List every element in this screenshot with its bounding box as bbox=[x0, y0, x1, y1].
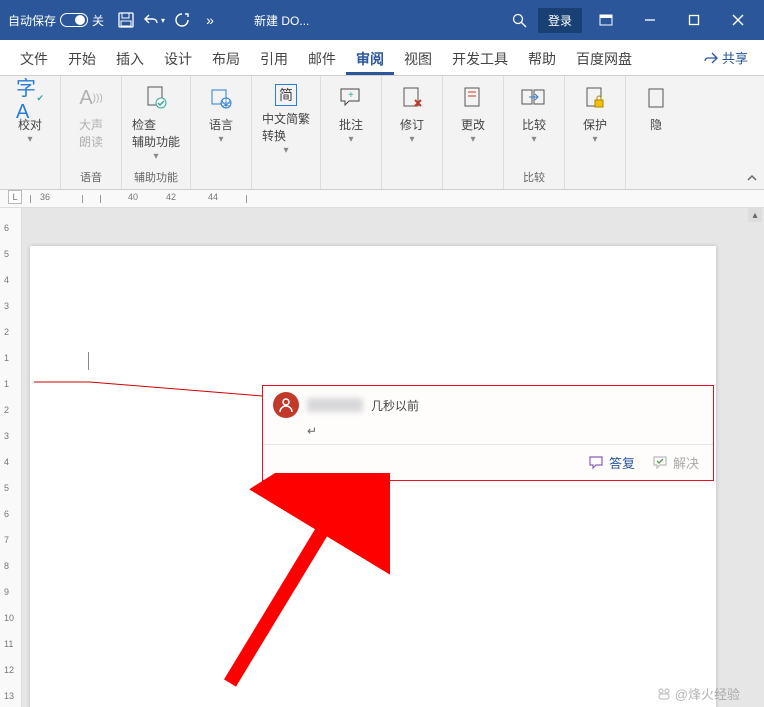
tab-mailings[interactable]: 邮件 bbox=[298, 40, 346, 75]
comments-button[interactable]: + 批注▾ bbox=[331, 84, 371, 143]
share-label: 共享 bbox=[722, 48, 748, 67]
lock-icon bbox=[581, 84, 609, 112]
resolve-button[interactable]: 解决 bbox=[653, 453, 699, 472]
group-a11y: 辅助功能 bbox=[134, 167, 178, 187]
read-aloud-button[interactable]: A))) 大声 朗读 bbox=[71, 84, 111, 150]
tab-file[interactable]: 文件 bbox=[10, 40, 58, 75]
document-icon bbox=[642, 84, 670, 112]
collapse-ribbon-button[interactable] bbox=[746, 172, 758, 187]
autosave-label: 自动保存 bbox=[8, 12, 56, 29]
maximize-button[interactable] bbox=[674, 5, 714, 35]
autosave-state: 关 bbox=[92, 12, 104, 29]
avatar bbox=[273, 392, 299, 418]
proofing-button[interactable]: 字A✔ 校对▾ bbox=[10, 84, 50, 143]
scroll-up-button[interactable]: ▴ bbox=[748, 208, 762, 222]
watermark: @烽火经验 bbox=[657, 684, 740, 703]
language-icon bbox=[207, 84, 235, 112]
text-cursor bbox=[88, 352, 89, 370]
share-button[interactable]: 共享 bbox=[698, 40, 754, 75]
tab-baidu[interactable]: 百度网盘 bbox=[566, 40, 642, 75]
redo-button[interactable] bbox=[168, 6, 196, 34]
search-button[interactable] bbox=[506, 6, 534, 34]
autosave-toggle[interactable]: 自动保存 关 bbox=[8, 12, 104, 29]
document-x-icon bbox=[459, 84, 487, 112]
accessibility-check-button[interactable]: 检查 辅助功能▾ bbox=[132, 84, 180, 160]
track-changes-button[interactable]: 修订▾ bbox=[392, 84, 432, 143]
ribbon: 字A✔ 校对▾ A))) 大声 朗读 语音 检查 辅助功能▾ 辅助功能 bbox=[0, 76, 764, 190]
tab-layout[interactable]: 布局 bbox=[202, 40, 250, 75]
comment-text: ↵ bbox=[263, 424, 713, 444]
document-title: 新建 DO... bbox=[254, 12, 309, 29]
tab-view[interactable]: 视图 bbox=[394, 40, 442, 75]
compare-button[interactable]: 比较▾ bbox=[514, 84, 554, 143]
reply-button[interactable]: 答复 bbox=[589, 453, 635, 472]
comment-author bbox=[307, 398, 363, 412]
comment-balloon[interactable]: 几秒以前 ↵ 答复 解决 bbox=[262, 385, 714, 481]
compare-icon bbox=[520, 84, 548, 112]
toggle-pill-icon bbox=[60, 13, 88, 27]
resolve-icon bbox=[653, 456, 669, 470]
kanji-icon: 简 bbox=[275, 84, 297, 106]
save-button[interactable] bbox=[112, 6, 140, 34]
tab-stop-selector[interactable]: L bbox=[8, 190, 22, 204]
qat-overflow[interactable]: » bbox=[196, 6, 224, 34]
group-speech: 语音 bbox=[80, 167, 102, 187]
tab-help[interactable]: 帮助 bbox=[518, 40, 566, 75]
protect-button[interactable]: 保护▾ bbox=[575, 84, 615, 143]
comment-time: 几秒以前 bbox=[371, 397, 419, 414]
horizontal-ruler[interactable]: L 36 40 42 44 bbox=[0, 190, 764, 208]
document-check-icon bbox=[142, 84, 170, 112]
title-bar: 自动保存 关 ▾ » 新建 DO... 登录 bbox=[0, 0, 764, 40]
ribbon-tabs: 文件 开始 插入 设计 布局 引用 邮件 审阅 视图 开发工具 帮助 百度网盘 … bbox=[0, 40, 764, 76]
chinese-conversion-button[interactable]: 简 中文简繁 转换▾ bbox=[262, 84, 310, 154]
speaker-icon: A))) bbox=[77, 84, 105, 112]
track-icon bbox=[398, 84, 426, 112]
comment-add-icon: + bbox=[337, 84, 365, 112]
tab-home[interactable]: 开始 bbox=[58, 40, 106, 75]
reply-icon bbox=[589, 456, 605, 470]
tab-developer[interactable]: 开发工具 bbox=[442, 40, 518, 75]
spellcheck-icon: 字A✔ bbox=[16, 84, 44, 112]
minimize-button[interactable] bbox=[630, 5, 670, 35]
svg-text:+: + bbox=[348, 90, 354, 101]
tab-references[interactable]: 引用 bbox=[250, 40, 298, 75]
tab-design[interactable]: 设计 bbox=[154, 40, 202, 75]
tab-insert[interactable]: 插入 bbox=[106, 40, 154, 75]
undo-button[interactable]: ▾ bbox=[140, 6, 168, 34]
document-area: 65432112345678910111213 ▴ 几秒以前 ↵ 答复 解决 bbox=[0, 208, 764, 707]
ribbon-options-button[interactable] bbox=[586, 5, 626, 35]
close-button[interactable] bbox=[718, 5, 758, 35]
changes-button[interactable]: 更改▾ bbox=[453, 84, 493, 143]
group-compare: 比较 bbox=[523, 167, 545, 187]
hide-ink-button[interactable]: 隐 bbox=[636, 84, 676, 133]
vertical-ruler[interactable]: 65432112345678910111213 bbox=[0, 208, 22, 707]
language-button[interactable]: 语言▾ bbox=[201, 84, 241, 143]
tab-review[interactable]: 审阅 bbox=[346, 40, 394, 75]
login-button[interactable]: 登录 bbox=[538, 8, 582, 33]
chevron-down-icon: ▾ bbox=[161, 16, 165, 25]
